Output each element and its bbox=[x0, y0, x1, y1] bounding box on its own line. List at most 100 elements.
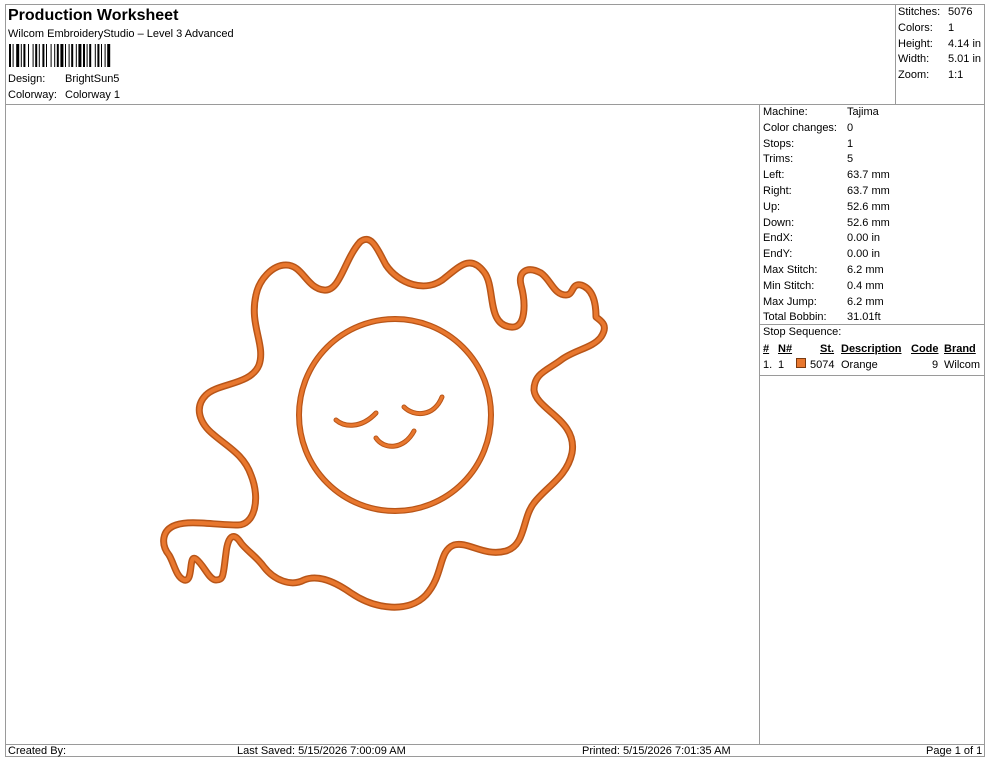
colorway-label: Colorway: bbox=[8, 89, 57, 101]
printed-date: Printed: 5/15/2026 7:01:35 AM bbox=[582, 745, 731, 757]
barcode-bar bbox=[28, 44, 29, 67]
summary-label: Height: bbox=[898, 38, 933, 50]
machine-info-row: Max Jump: 6.2 mm bbox=[763, 296, 884, 308]
barcode-bar bbox=[12, 44, 14, 67]
col-header-n: N# bbox=[778, 343, 793, 355]
worksheet-title: Production Worksheet bbox=[8, 7, 179, 24]
software-name: Wilcom EmbroideryStudio – Level 3 Advanc… bbox=[8, 28, 234, 40]
machine-info-value: 6.2 mm bbox=[847, 295, 884, 308]
machine-info-row: EndX: 0.00 in bbox=[763, 232, 880, 244]
col-header-description: Description bbox=[841, 343, 902, 355]
barcode-bar bbox=[65, 44, 66, 67]
machine-info-row: EndY: 0.00 in bbox=[763, 248, 880, 260]
machine-info-row: Max Stitch: 6.2 mm bbox=[763, 264, 884, 276]
machine-info-value: 52.6 mm bbox=[847, 216, 890, 229]
col-header-st: St. bbox=[820, 343, 835, 355]
summary-value: 4.14 in bbox=[948, 38, 982, 50]
machine-info-value: 63.7 mm bbox=[847, 185, 890, 197]
machine-info-value: 6.2 mm bbox=[847, 264, 884, 276]
col-header-num: # bbox=[763, 343, 770, 355]
color-swatch bbox=[796, 358, 806, 368]
machine-info-row: Right: 63.7 mm bbox=[763, 185, 890, 197]
barcode-bar bbox=[60, 44, 64, 67]
machine-info-label: Down: bbox=[763, 216, 795, 229]
machine-info-label: Max Jump: bbox=[763, 295, 817, 308]
barcode-bar bbox=[83, 44, 85, 67]
barcode-bar bbox=[9, 44, 11, 67]
summary-value: 1 bbox=[948, 22, 955, 34]
last-saved: Last Saved: 5/15/2026 7:00:09 AM bbox=[237, 745, 406, 757]
divider bbox=[760, 324, 985, 325]
sun-embroidery-design bbox=[160, 236, 608, 611]
summary-label: Colors: bbox=[898, 22, 933, 34]
barcode-bar bbox=[94, 44, 96, 67]
machine-info-row: Total Bobbin: 31.01ft bbox=[763, 311, 881, 323]
summary-row: Zoom: 1:1 bbox=[898, 69, 963, 81]
colorway-row: Colorway: Colorway 1 bbox=[8, 89, 120, 101]
col-header-code: Code bbox=[911, 343, 939, 355]
machine-info-value: 31.01ft bbox=[847, 311, 881, 324]
summary-label: Width: bbox=[898, 53, 930, 65]
summary-value: 5076 bbox=[948, 6, 973, 18]
barcode-bar bbox=[78, 44, 82, 67]
stop-sequence-label: Stop Sequence: bbox=[763, 326, 842, 338]
design-value: BrightSun5 bbox=[65, 73, 120, 85]
colorway-value: Colorway 1 bbox=[65, 89, 121, 101]
summary-row: Width: 5.01 in bbox=[898, 53, 981, 65]
machine-info-row: Stops: 1 bbox=[763, 138, 853, 150]
barcode-bar bbox=[32, 44, 34, 67]
summary-label: Zoom: bbox=[898, 69, 930, 81]
summary-row: Height: 4.14 in bbox=[898, 38, 981, 50]
machine-info-row: Up: 52.6 mm bbox=[763, 201, 890, 213]
row-n: 1 bbox=[778, 359, 785, 371]
machine-info-label: Color changes: bbox=[763, 121, 837, 134]
design-label: Design: bbox=[8, 73, 46, 85]
summary-row: Colors: 1 bbox=[898, 22, 954, 34]
machine-info-row: Machine: Tajima bbox=[763, 106, 879, 118]
machine-info-label: Left: bbox=[763, 169, 785, 182]
machine-info-value: Tajima bbox=[847, 106, 879, 118]
row-brand: Wilcom bbox=[944, 359, 981, 371]
machine-info-value: 0.00 in bbox=[847, 232, 881, 245]
machine-info-row: Min Stitch: 0.4 mm bbox=[763, 280, 884, 292]
barcode-bar bbox=[68, 44, 70, 67]
barcode-bar bbox=[97, 44, 100, 67]
machine-info-label: Total Bobbin: bbox=[763, 311, 827, 324]
machine-info-row: Trims: 5 bbox=[763, 153, 853, 165]
footer bbox=[5, 744, 985, 758]
machine-info-label: EndY: bbox=[763, 248, 793, 261]
barcode-bar bbox=[104, 44, 106, 67]
machine-info-row: Left: 63.7 mm bbox=[763, 169, 890, 181]
barcode-bar bbox=[89, 44, 92, 67]
barcode bbox=[9, 44, 111, 67]
barcode-bar bbox=[86, 44, 88, 67]
barcode-bar bbox=[75, 44, 77, 67]
barcode-bar bbox=[42, 44, 45, 67]
barcode-bar bbox=[101, 44, 102, 67]
machine-info-label: Right: bbox=[763, 185, 792, 197]
divider bbox=[760, 375, 985, 376]
summary-value: 5.01 in bbox=[948, 53, 982, 65]
machine-info-row: Down: 52.6 mm bbox=[763, 217, 890, 229]
machine-info-label: EndX: bbox=[763, 232, 793, 245]
summary-value: 1:1 bbox=[948, 69, 964, 81]
row-description: Orange bbox=[841, 359, 878, 371]
machine-info-label: Trims: bbox=[763, 153, 794, 166]
machine-info-value: 0.00 in bbox=[847, 248, 881, 261]
col-header-brand: Brand bbox=[944, 343, 976, 355]
machine-info-value: 0 bbox=[847, 121, 854, 134]
barcode-bar bbox=[35, 44, 38, 67]
summary-row: Stitches: 5076 bbox=[898, 6, 972, 18]
machine-info-label: Up: bbox=[763, 200, 781, 213]
barcode-bar bbox=[54, 44, 56, 67]
barcode-bar bbox=[107, 44, 111, 67]
design-preview-area bbox=[5, 104, 760, 745]
barcode-bar bbox=[38, 44, 40, 67]
machine-info-value: 5 bbox=[847, 153, 854, 166]
sun-outline-stitch bbox=[160, 236, 608, 611]
page-number: Page 1 of 1 bbox=[926, 745, 983, 757]
machine-info-label: Min Stitch: bbox=[763, 279, 815, 292]
machine-info-value: 1 bbox=[847, 137, 854, 150]
row-st: 5074 bbox=[810, 359, 835, 371]
machine-info-row: Color changes: 0 bbox=[763, 122, 853, 134]
